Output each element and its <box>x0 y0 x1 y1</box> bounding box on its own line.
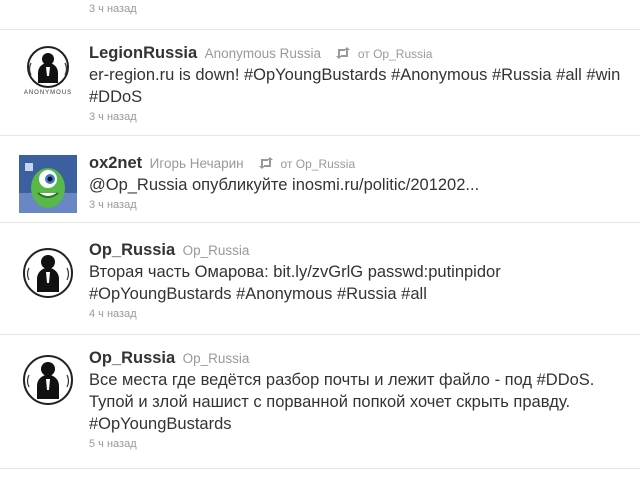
tweet-text: Вторая часть Омарова: bit.ly/zvGrlG pass… <box>89 263 501 303</box>
tweet-timestamp[interactable]: 3 ч назад <box>89 198 632 212</box>
tweet-item: ANONYMOUS LegionRussia Anonymous Russia … <box>0 30 640 136</box>
user-handle[interactable]: Op_Russia <box>183 351 250 366</box>
anonymous-avatar-icon <box>19 351 77 409</box>
tweet-item-partial: 3 ч назад <box>0 0 640 30</box>
user-name[interactable]: Op_Russia <box>89 349 175 367</box>
tweet-text: @Op_Russia опубликуйте inosmi.ru/politic… <box>89 176 480 194</box>
user-handle[interactable]: Anonymous Russia <box>205 46 321 61</box>
user-handle[interactable]: Op_Russia <box>183 243 250 258</box>
retweeted-from[interactable]: от Op_Russia <box>281 157 356 171</box>
anonymous-avatar-icon <box>19 244 77 302</box>
user-handle[interactable]: Игорь Нечарин <box>150 156 244 171</box>
user-name[interactable]: LegionRussia <box>89 44 197 62</box>
tweet-item: Op_Russia Op_Russia Все места где ведётс… <box>0 341 640 469</box>
avatar[interactable]: ANONYMOUS <box>19 43 77 101</box>
tweet-text: Все места где ведётся разбор почты и леж… <box>89 371 595 433</box>
tweet-timestamp[interactable]: 4 ч назад <box>89 307 632 321</box>
avatar[interactable] <box>19 155 77 213</box>
tweet-feed: 3 ч назад ANONYMOUS LegionRussia Anonymo… <box>0 0 640 480</box>
tweet-timestamp[interactable]: 3 ч назад <box>89 110 632 124</box>
monster-avatar-icon <box>19 155 77 213</box>
tweet-item: ox2net Игорь Нечарин от Op_Russia @Op_Ru… <box>0 142 640 223</box>
avatar-caption: ANONYMOUS <box>23 90 73 96</box>
user-name[interactable]: ox2net <box>89 154 142 172</box>
tweet-text: er-region.ru is down! #OpYoungBustards #… <box>89 66 621 106</box>
tweet-timestamp[interactable]: 3 ч назад <box>89 3 137 15</box>
retweeted-from[interactable]: от Op_Russia <box>358 47 433 61</box>
user-name[interactable]: Op_Russia <box>89 241 175 259</box>
avatar[interactable] <box>19 351 77 409</box>
retweet-icon <box>259 157 274 169</box>
avatar[interactable] <box>19 244 77 302</box>
tweet-timestamp[interactable]: 5 ч назад <box>89 437 632 451</box>
tweet-item: Op_Russia Op_Russia Вторая часть Омарова… <box>0 229 640 335</box>
retweet-icon <box>336 47 351 59</box>
